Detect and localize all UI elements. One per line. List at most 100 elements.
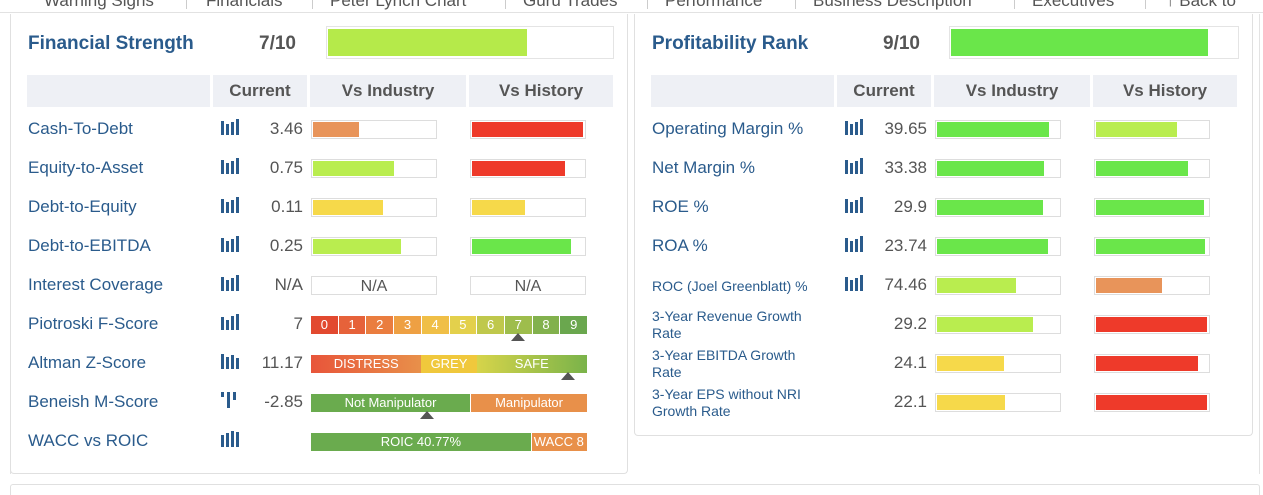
tab-business-description[interactable]: Business Description <box>813 0 972 11</box>
row-label[interactable]: 3-Year EBITDA Growth Rate <box>652 347 827 381</box>
vs-history-bar <box>1094 237 1210 256</box>
bar-chart-icon[interactable] <box>221 236 239 252</box>
bar-chart-icon[interactable] <box>221 353 239 369</box>
vs-industry-bar <box>935 393 1061 412</box>
bar-chart-icon[interactable] <box>221 431 239 447</box>
row-label[interactable]: Operating Margin % <box>652 119 842 139</box>
piotroski-scale-step: 1 <box>338 316 367 334</box>
vs-industry-bar <box>935 159 1061 178</box>
vs-history-fill <box>1096 395 1207 410</box>
bar-chart-icon[interactable] <box>845 236 863 252</box>
header-vs-industry: Vs Industry <box>934 75 1090 107</box>
altman-safe-zone: SAFE <box>476 355 587 373</box>
vs-history-fill <box>1096 161 1188 176</box>
bar-chart-icon[interactable] <box>845 119 863 135</box>
piotroski-scale-step: 3 <box>394 316 422 334</box>
altman-marker <box>560 372 575 380</box>
vs-history-bar <box>1094 198 1210 217</box>
altman-value: 11.17 <box>261 353 303 372</box>
bar-chart-icon[interactable] <box>221 119 239 135</box>
current-value: 74.46 <box>884 275 927 294</box>
piotroski-scale-step: 2 <box>366 316 395 334</box>
beneish-not-manipulator-zone: Not Manipulator <box>311 394 472 412</box>
vs-history-bar <box>1094 354 1210 373</box>
financial-strength-title[interactable]: Financial Strength <box>28 33 194 55</box>
row-label[interactable]: Debt-to-EBITDA <box>28 236 218 256</box>
tab-financials[interactable]: Financials <box>206 0 283 11</box>
bar-chart-icon[interactable] <box>221 275 239 291</box>
vs-industry-bar <box>935 237 1061 256</box>
tab-performance[interactable]: Performance <box>665 0 762 11</box>
header-vs-history: Vs History <box>469 75 613 107</box>
vs-industry-bar <box>935 120 1061 139</box>
header-blank <box>651 75 834 107</box>
row-label[interactable]: ROC (Joel Greenblatt) % <box>652 278 827 295</box>
tab-peter-lynch-chart[interactable]: Peter Lynch Chart <box>330 0 466 11</box>
vs-history-fill <box>1096 122 1177 137</box>
row-label-beneish[interactable]: Beneish M-Score <box>28 392 158 412</box>
beneish-zone-bar: Not Manipulator Manipulator <box>311 394 587 412</box>
row-label[interactable]: Debt-to-Equity <box>28 197 218 217</box>
vs-industry-fill <box>937 395 1006 410</box>
piotroski-scale-step: 8 <box>532 316 561 334</box>
row-label[interactable]: Interest Coverage <box>28 275 218 295</box>
range-chart-icon[interactable] <box>221 392 239 408</box>
financial-strength-panel: Financial Strength 7/10 Current Vs Indus… <box>10 14 628 474</box>
vs-industry-bar <box>935 315 1061 334</box>
row-label[interactable]: Cash-To-Debt <box>28 119 218 139</box>
row-label[interactable]: ROA % <box>652 236 842 256</box>
vs-history-bar <box>470 198 586 217</box>
row-label[interactable]: ROE % <box>652 197 842 217</box>
piotroski-marker <box>511 333 525 341</box>
vs-history-fill <box>1096 317 1207 332</box>
bar-chart-icon[interactable] <box>221 158 239 174</box>
vs-industry-bar <box>311 198 437 217</box>
vs-industry-bar: N/A <box>311 276 437 295</box>
bar-chart-icon[interactable] <box>221 197 239 213</box>
vs-history-fill <box>1096 239 1205 254</box>
bar-chart-icon[interactable] <box>845 158 863 174</box>
row-label[interactable]: 3-Year Revenue Growth Rate <box>652 308 827 342</box>
vs-industry-fill <box>313 200 383 215</box>
row-label-altman[interactable]: Altman Z-Score <box>28 353 146 373</box>
bar-chart-icon[interactable] <box>221 314 239 330</box>
nav-separator <box>1014 0 1015 9</box>
nav-separator <box>312 0 313 9</box>
vs-history-bar <box>1094 393 1210 412</box>
financial-strength-score-fill <box>328 29 527 56</box>
row-label-wacc-vs-roic[interactable]: WACC vs ROIC <box>28 431 148 451</box>
current-value: 24.1 <box>893 353 927 372</box>
current-value: 22.1 <box>893 392 927 411</box>
vs-history-fill <box>1096 356 1198 371</box>
row-label[interactable]: 3-Year EPS without NRI Growth Rate <box>652 386 827 420</box>
nav-separator <box>795 0 796 9</box>
vs-industry-fill <box>313 161 394 176</box>
row-label[interactable]: Net Margin % <box>652 158 842 178</box>
vs-history-bar <box>470 159 586 178</box>
row-label-piotroski[interactable]: Piotroski F-Score <box>28 314 158 334</box>
beneish-value: -2.85 <box>264 392 303 411</box>
vs-industry-fill <box>937 239 1049 254</box>
top-navigation: Warning Signs Financials Peter Lynch Cha… <box>0 0 1263 13</box>
vs-industry-bar <box>935 354 1061 373</box>
piotroski-scale-step: 0 <box>311 316 339 334</box>
tab-executives[interactable]: Executives <box>1032 0 1114 11</box>
bar-chart-icon[interactable] <box>845 197 863 213</box>
tab-back-to[interactable]: ↑ Back to <box>1166 0 1236 11</box>
tab-guru-trades[interactable]: Guru Trades <box>523 0 618 11</box>
header-vs-industry: Vs Industry <box>310 75 466 107</box>
profitability-panel: Profitability Rank 9/10 Current Vs Indus… <box>634 14 1253 436</box>
vs-history-bar <box>1094 276 1210 295</box>
vs-industry-fill <box>937 317 1034 332</box>
vs-industry-fill <box>313 239 401 254</box>
beneish-manipulator-zone: Manipulator <box>471 394 587 412</box>
profitability-title[interactable]: Profitability Rank <box>652 33 808 55</box>
vs-history-bar <box>470 237 586 256</box>
piotroski-scale-step: 7 <box>504 316 533 334</box>
header-blank <box>27 75 210 107</box>
tab-warning-signs[interactable]: Warning Signs <box>44 0 154 11</box>
current-value: 3.46 <box>269 119 303 138</box>
row-label[interactable]: Equity-to-Asset <box>28 158 218 178</box>
bar-chart-icon[interactable] <box>845 275 863 291</box>
vs-history-fill <box>1096 278 1163 293</box>
